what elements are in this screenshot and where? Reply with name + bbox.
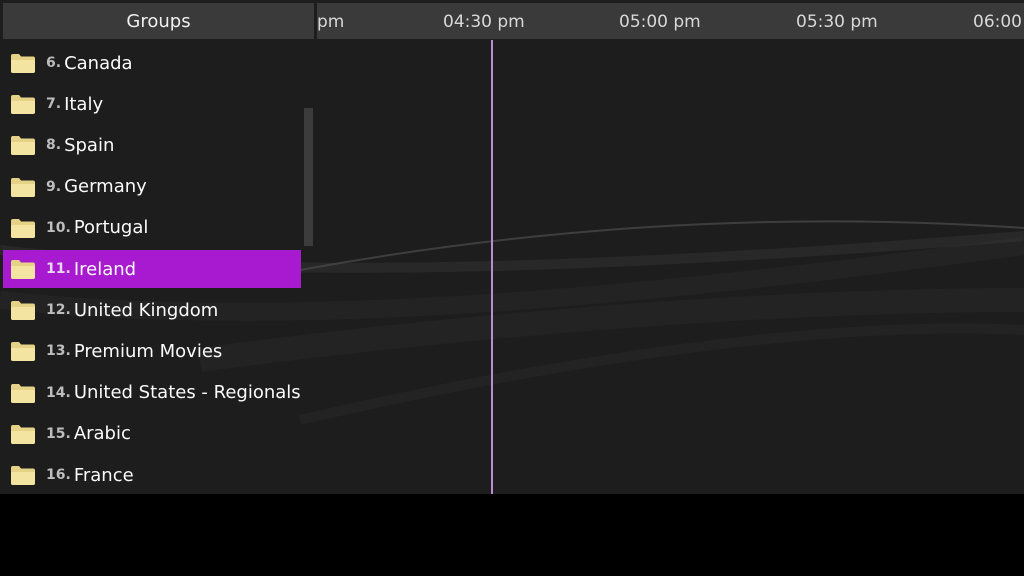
group-number: 6.: [46, 55, 62, 71]
timeline-header: pm 04:30 pm 05:00 pm 05:30 pm 06:00: [317, 3, 1024, 39]
current-time-indicator: [491, 40, 493, 494]
folder-icon: [10, 382, 36, 404]
folder-icon: [10, 176, 36, 198]
group-number: 14.: [46, 384, 71, 401]
group-number: 10.: [46, 219, 71, 236]
groups-header[interactable]: Groups: [3, 3, 314, 39]
group-number: 16.: [46, 467, 71, 483]
group-name: United States - Regionals: [73, 382, 301, 404]
time-label: 04:30 pm: [443, 12, 525, 32]
group-name: France: [73, 464, 134, 486]
group-name: United Kingdom: [73, 299, 219, 321]
group-name: Canada: [64, 52, 133, 74]
folder-icon: [10, 52, 36, 74]
folder-icon: [10, 340, 36, 362]
group-item[interactable]: 10. Portugal: [3, 209, 301, 247]
group-number: 12.: [46, 302, 71, 319]
group-item[interactable]: 6. Canada: [3, 44, 301, 82]
group-item[interactable]: 9. Germany: [3, 168, 301, 206]
group-name: Arabic: [73, 423, 131, 445]
folder-icon: [10, 134, 36, 156]
group-list: 6. Canada 7. Italy 8. Spain 9. Germany 10. Portug…: [0, 42, 304, 494]
group-item[interactable]: 16. France: [3, 456, 301, 494]
group-item[interactable]: 13. Premium Movies: [3, 332, 301, 370]
group-number: 9.: [46, 178, 62, 195]
folder-icon: [10, 93, 36, 115]
group-item[interactable]: 15. Arabic: [3, 415, 301, 453]
epg-guide: Groups pm 04:30 pm 05:00 pm 05:30 pm 06:…: [0, 0, 1024, 494]
group-number: 11.: [46, 261, 71, 277]
folder-icon: [10, 423, 36, 445]
groups-header-label: Groups: [126, 10, 191, 32]
group-name: Premium Movies: [73, 340, 223, 362]
group-number: 7.: [46, 96, 62, 113]
group-item[interactable]: 12. United Kingdom: [3, 291, 301, 329]
group-number: 8.: [46, 137, 62, 154]
folder-icon: [10, 299, 36, 321]
folder-icon: [10, 217, 36, 239]
group-number: 15.: [46, 425, 71, 442]
time-label: pm: [317, 12, 345, 32]
group-name: Portugal: [73, 217, 149, 239]
time-label: 05:00 pm: [619, 12, 701, 32]
time-label: 05:30 pm: [796, 12, 878, 32]
group-name: Germany: [64, 176, 147, 198]
group-name: Italy: [64, 93, 104, 115]
folder-icon: [10, 258, 36, 280]
time-label: 06:00: [973, 12, 1022, 32]
group-name: Spain: [64, 134, 115, 156]
group-item[interactable]: 8. Spain: [3, 126, 301, 164]
group-list-scrollbar[interactable]: [304, 108, 313, 246]
group-item[interactable]: 14. United States - Regionals: [3, 374, 301, 412]
group-name: Ireland: [73, 258, 137, 280]
group-number: 13.: [46, 343, 71, 360]
folder-icon: [10, 464, 36, 486]
group-item[interactable]: 11. Ireland: [3, 250, 301, 288]
group-item[interactable]: 7. Italy: [3, 85, 301, 123]
